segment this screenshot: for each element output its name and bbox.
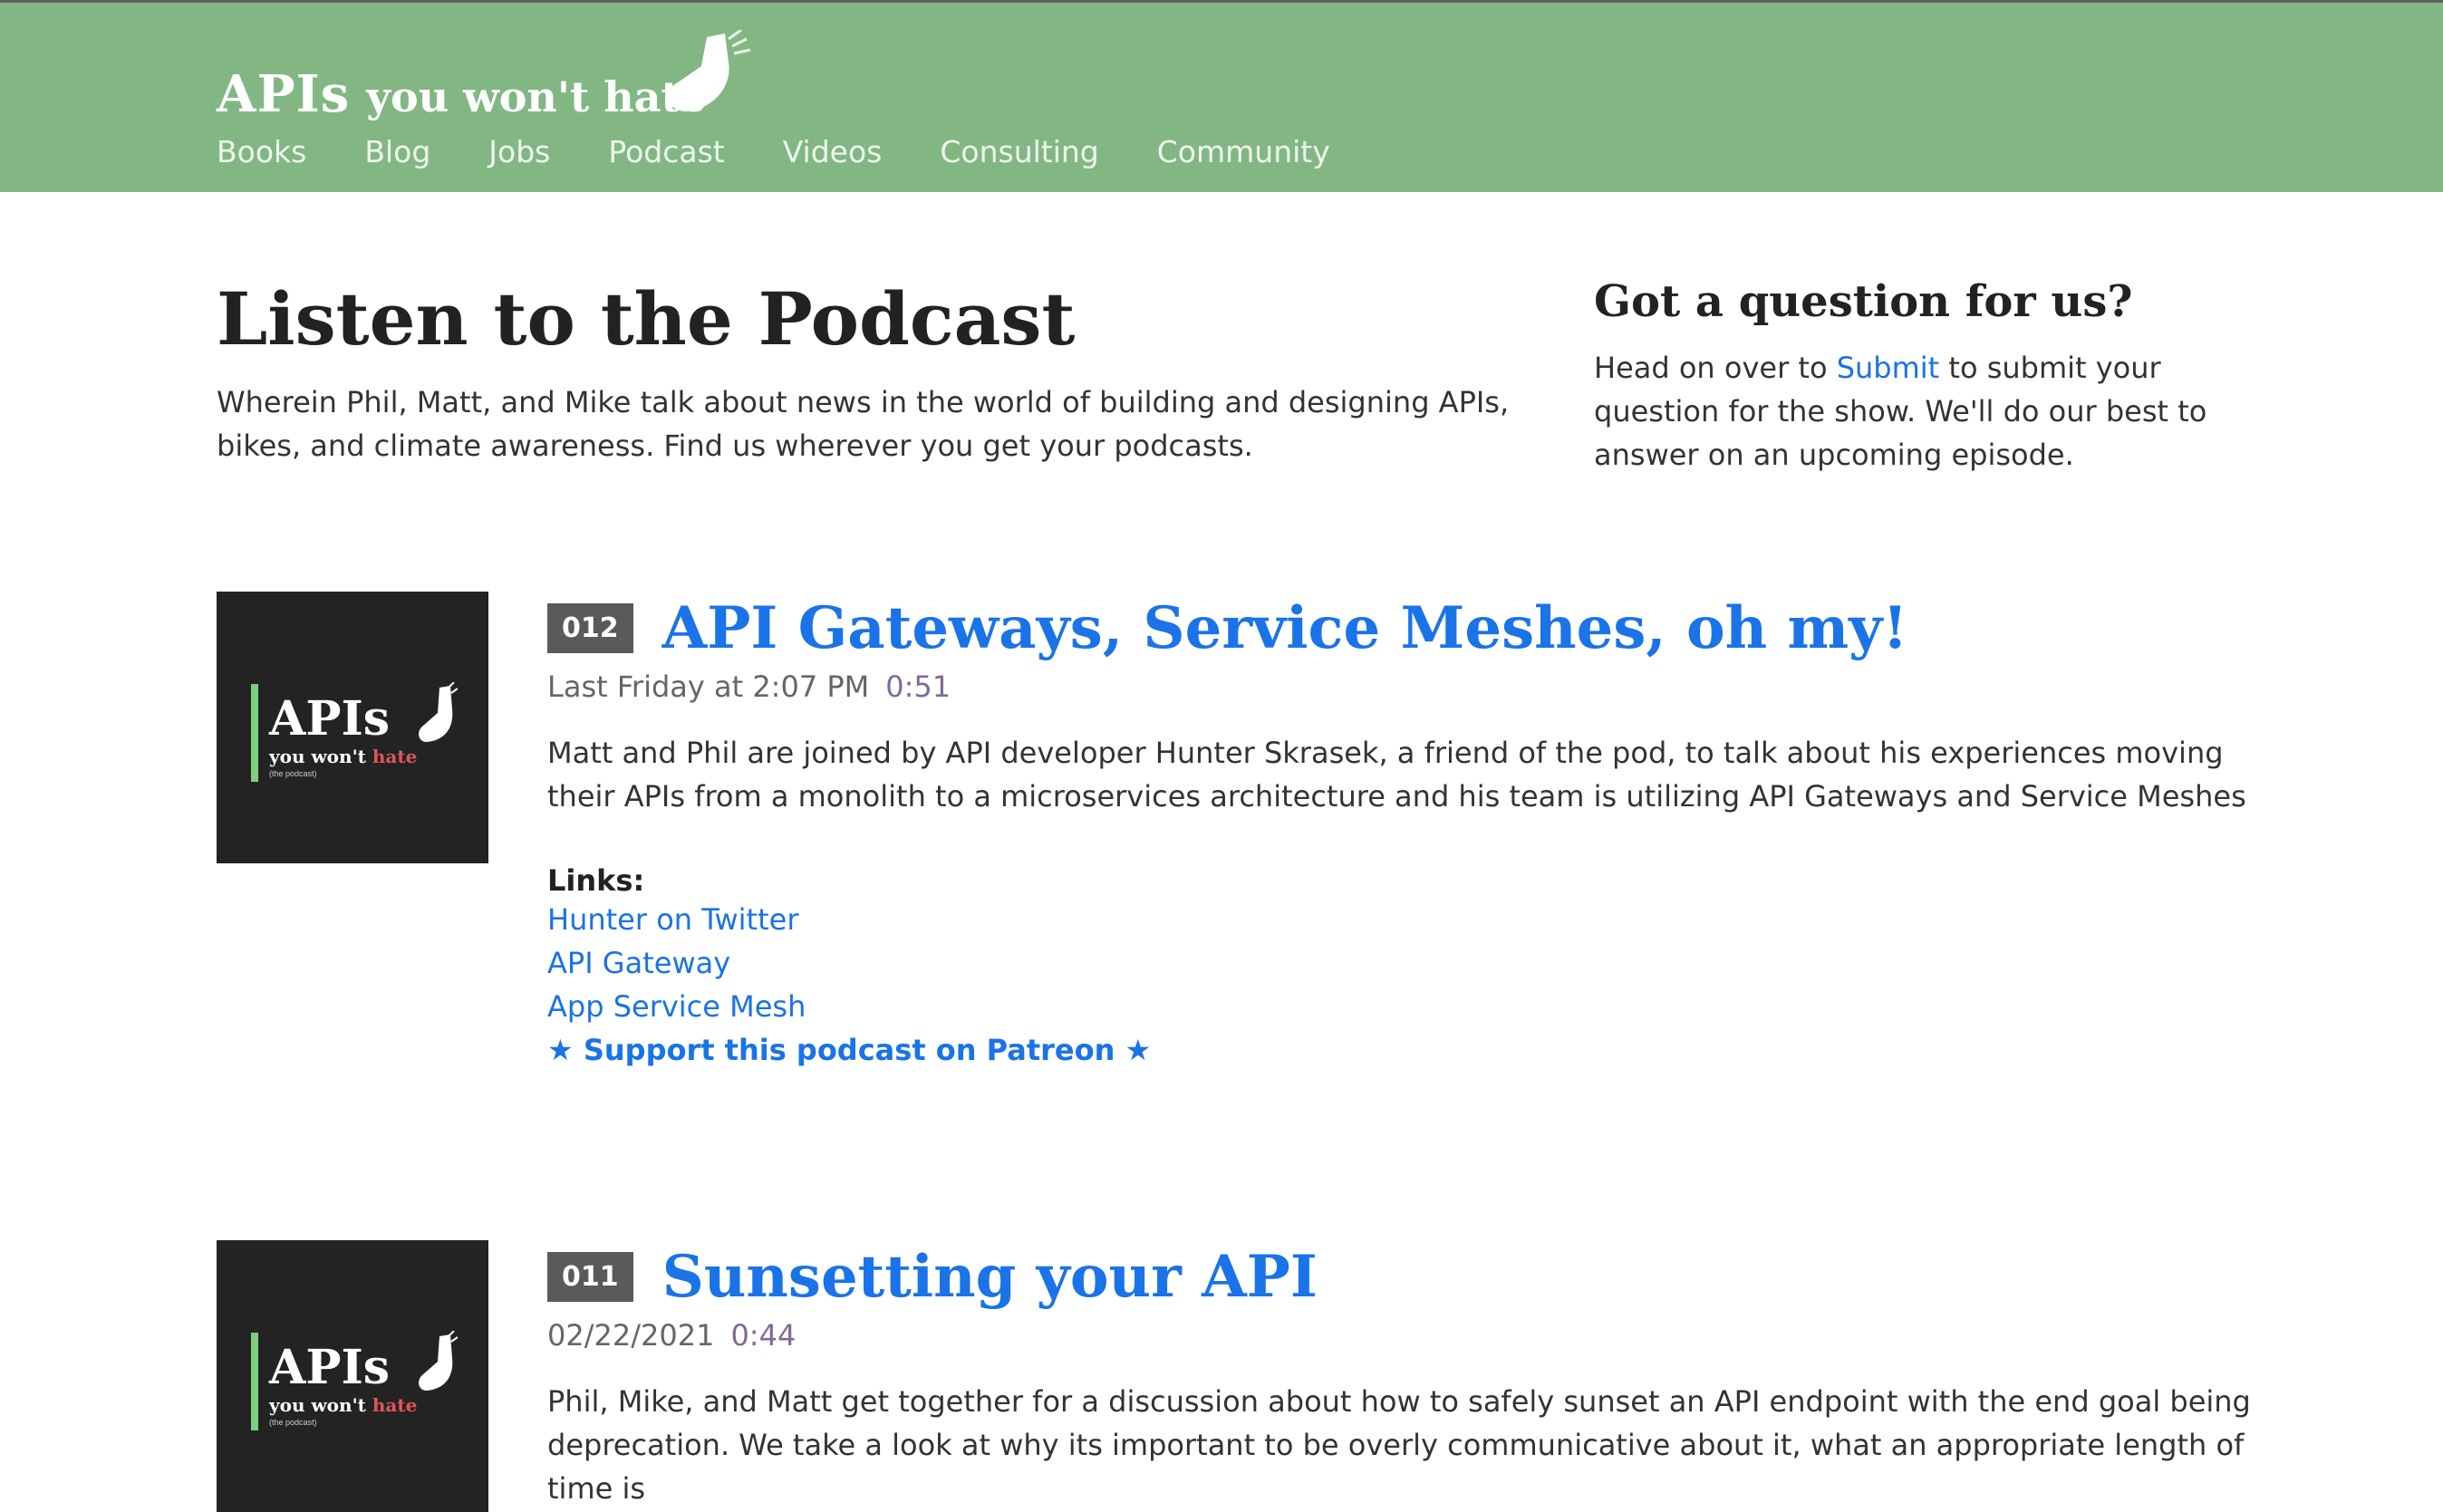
link-hunter-twitter[interactable]: Hunter on Twitter	[547, 898, 2269, 941]
episode-header: 011 Sunsetting your API	[547, 1240, 2269, 1313]
nav-blog[interactable]: Blog	[364, 134, 430, 169]
sidebar-text: Head on over to Submit to submit your qu…	[1594, 346, 2246, 477]
nav-books[interactable]: Books	[217, 134, 306, 169]
cover-hate: hate	[372, 746, 418, 767]
cover-podcast-text: (the podcast)	[269, 769, 317, 778]
nav-consulting[interactable]: Consulting	[940, 134, 1098, 169]
episode-duration: 0:51	[885, 669, 951, 704]
page-description: Wherein Phil, Matt, and Mike talk about …	[217, 385, 1510, 463]
sidebar-title: Got a question for us?	[1594, 276, 2133, 327]
nav-community[interactable]: Community	[1157, 134, 1330, 169]
episode-header: 012 API Gateways, Service Meshes, oh my!	[547, 592, 2269, 664]
episode-date: 02/22/2021	[547, 1318, 715, 1353]
episode-date: Last Friday at 2:07 PM	[547, 669, 870, 704]
cover-apis-text: APIs	[269, 691, 391, 746]
episode-number-badge: 012	[547, 602, 633, 653]
foot-icon	[419, 682, 458, 742]
episode-card: APIs you won't hate (the podcast) 011 Su…	[217, 1240, 2301, 1512]
links-label: Links:	[547, 863, 645, 898]
episode-cover-image[interactable]: APIs you won't hate (the podcast)	[217, 592, 488, 863]
site-logo[interactable]: APIs you won't hate	[217, 64, 707, 128]
nav-jobs[interactable]: Jobs	[488, 134, 550, 169]
episode-title-link[interactable]: API Gateways, Service Meshes, oh my!	[662, 594, 1908, 662]
cover-podcast-text: (the podcast)	[269, 1418, 317, 1427]
episode-card: APIs you won't hate (the podcast) 012 AP…	[217, 592, 2301, 1099]
cover-hate: hate	[372, 1394, 418, 1416]
cover-you-wont: you won't	[269, 1394, 372, 1416]
episode-body: 011 Sunsetting your API 02/22/2021 0:44 P…	[547, 1240, 2269, 1510]
foot-icon	[419, 1331, 458, 1391]
episode-description: Phil, Mike, and Matt get together for a …	[547, 1384, 2251, 1506]
patreon-link[interactable]: ★ Support this podcast on Patreon ★	[547, 1028, 2269, 1072]
episode-body: 012 API Gateways, Service Meshes, oh my!…	[547, 592, 2269, 1072]
episode-meta: Last Friday at 2:07 PM 0:51	[547, 669, 2269, 704]
episode-duration: 0:44	[730, 1318, 797, 1353]
episode-description: Matt and Phil are joined by API develope…	[547, 736, 2246, 814]
episode-title-link[interactable]: Sunsetting your API	[662, 1243, 1318, 1311]
cover-accent-bar	[251, 684, 258, 782]
site-header: APIs you won't hate Books Blog Jobs Podc…	[0, 0, 2443, 192]
cover-tagline: you won't hate	[269, 746, 417, 767]
logo-apis: APIs	[217, 64, 351, 124]
cover-apis-text: APIs	[269, 1340, 391, 1395]
link-app-service-mesh[interactable]: App Service Mesh	[547, 985, 2269, 1028]
cover-accent-bar	[251, 1333, 258, 1430]
main-nav: Books Blog Jobs Podcast Videos Consultin…	[217, 134, 1388, 169]
page-title: Listen to the Podcast	[217, 276, 1076, 361]
submit-link[interactable]: Submit	[1837, 351, 1940, 385]
cover-tagline: you won't hate	[269, 1394, 417, 1416]
link-api-gateway[interactable]: API Gateway	[547, 941, 2269, 985]
foot-icon	[667, 30, 751, 111]
episode-cover-image[interactable]: APIs you won't hate (the podcast)	[217, 1240, 488, 1512]
episode-number-badge: 011	[547, 1251, 633, 1302]
nav-videos[interactable]: Videos	[783, 134, 883, 169]
cover-you-wont: you won't	[269, 746, 372, 767]
sidebar-text-before: Head on over to	[1594, 351, 1837, 385]
episode-meta: 02/22/2021 0:44	[547, 1318, 2269, 1353]
nav-podcast[interactable]: Podcast	[608, 134, 724, 169]
